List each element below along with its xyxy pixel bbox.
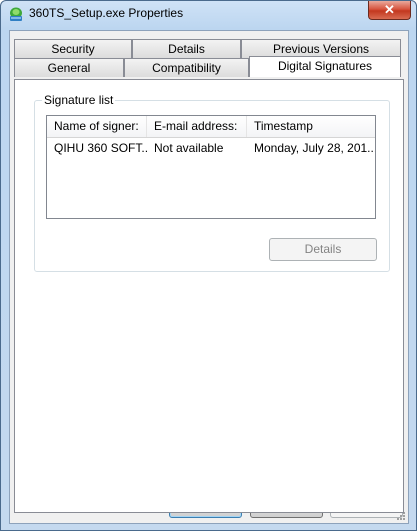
close-icon: ✕ — [384, 2, 395, 17]
tab-details[interactable]: Details — [132, 39, 241, 58]
window-title: 360TS_Setup.exe Properties — [29, 6, 184, 20]
tab-general[interactable]: General — [14, 58, 124, 77]
tab-compatibility[interactable]: Compatibility — [124, 58, 249, 77]
installer-app-icon — [10, 7, 22, 21]
signature-listview[interactable]: Name of signer: E-mail address: Timestam… — [46, 115, 376, 219]
column-header-signer[interactable]: Name of signer: — [47, 116, 147, 137]
signature-list-group: Signature list Name of signer: E-mail ad… — [34, 93, 390, 272]
tab-panel-digital-signatures: Signature list Name of signer: E-mail ad… — [14, 79, 404, 513]
dialog-body: Security Details Previous Versions Gener… — [9, 30, 409, 524]
signature-list-label: Signature list — [42, 93, 116, 107]
properties-window: 360TS_Setup.exe Properties ✕ Security De… — [0, 0, 417, 531]
details-button[interactable]: Details — [269, 238, 377, 261]
table-row[interactable]: QIHU 360 SOFT... Not available Monday, J… — [47, 138, 375, 158]
signer-name-cell: QIHU 360 SOFT... — [54, 141, 147, 155]
close-button[interactable]: ✕ — [368, 1, 411, 20]
column-header-email[interactable]: E-mail address: — [147, 116, 247, 137]
listview-header: Name of signer: E-mail address: Timestam… — [47, 116, 375, 138]
email-cell: Not available — [154, 141, 224, 155]
column-header-timestamp[interactable]: Timestamp — [247, 116, 375, 137]
timestamp-cell: Monday, July 28, 201... — [254, 141, 375, 155]
tab-security[interactable]: Security — [14, 39, 132, 58]
tab-digital-signatures[interactable]: Digital Signatures — [249, 56, 401, 77]
title-bar[interactable]: 360TS_Setup.exe Properties ✕ — [1, 1, 416, 27]
